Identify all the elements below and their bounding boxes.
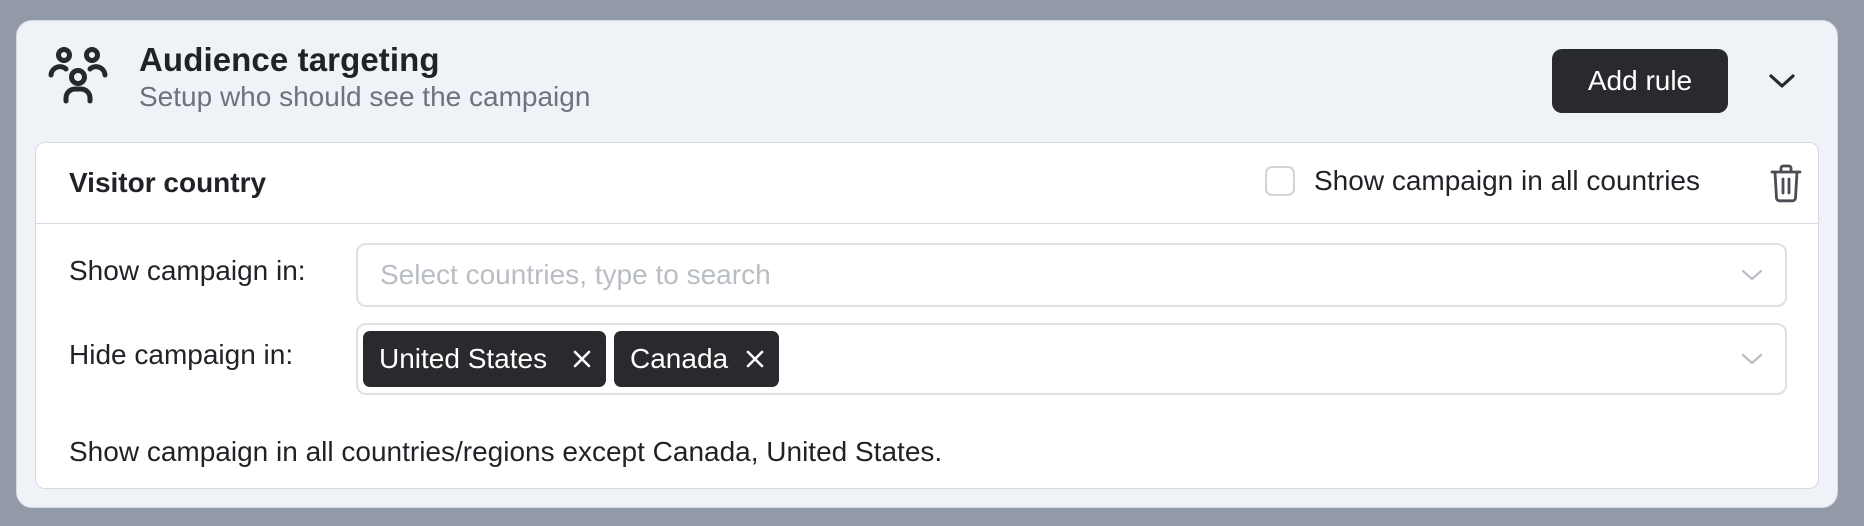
country-chip-canada: Canada <box>614 331 779 387</box>
chevron-down-icon[interactable] <box>1741 352 1763 366</box>
close-icon[interactable] <box>744 348 766 370</box>
audience-targeting-card: Audience targeting Setup who should see … <box>16 20 1838 508</box>
chevron-down-icon <box>1769 74 1795 88</box>
close-icon[interactable] <box>571 348 593 370</box>
hide-in-label: Hide campaign in: <box>69 339 294 370</box>
people-group-icon <box>48 47 108 104</box>
card-header: Audience targeting Setup who should see … <box>17 21 1837 141</box>
rule-header: Visitor country Show campaign in all cou… <box>36 143 1818 224</box>
all-countries-label: Show campaign in all countries <box>1314 165 1700 196</box>
hide-in-select[interactable]: United States Canada <box>356 323 1787 395</box>
visitor-country-rule: Visitor country Show campaign in all cou… <box>35 142 1819 489</box>
show-in-placeholder: Select countries, type to search <box>380 259 771 290</box>
chip-label: United States <box>379 343 548 374</box>
show-in-label: Show campaign in: <box>69 255 306 286</box>
card-title: Audience targeting <box>139 41 440 78</box>
collapse-toggle[interactable] <box>1762 61 1802 101</box>
all-countries-option[interactable]: Show campaign in all countries <box>1265 165 1700 197</box>
trash-icon[interactable] <box>1768 163 1804 203</box>
all-countries-checkbox[interactable] <box>1265 166 1295 196</box>
add-rule-button[interactable]: Add rule <box>1552 49 1728 113</box>
chevron-down-icon[interactable] <box>1741 268 1763 282</box>
show-in-select[interactable]: Select countries, type to search <box>356 243 1787 307</box>
country-chip-united-states: United States <box>363 331 606 387</box>
chip-label: Canada <box>630 343 729 374</box>
card-subtitle: Setup who should see the campaign <box>139 81 591 112</box>
rule-summary: Show campaign in all countries/regions e… <box>69 436 943 467</box>
rule-title: Visitor country <box>69 167 267 198</box>
